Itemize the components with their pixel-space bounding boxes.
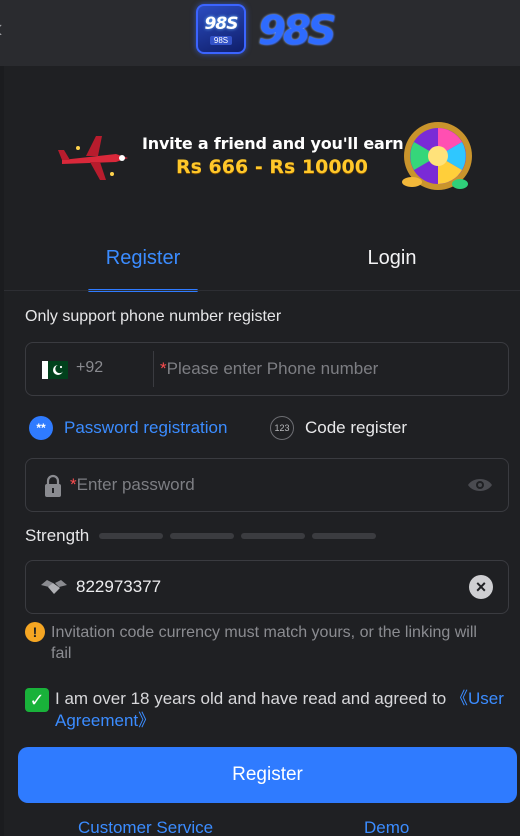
app-logo-text: 98S (258, 8, 337, 54)
country-code[interactable]: +92 (76, 359, 103, 377)
password-input[interactable]: *Enter password (70, 475, 195, 495)
age-agreement: ✓ I am over 18 years old and have read a… (25, 684, 509, 732)
top-bar: ‹ 98S 98S 98S (0, 0, 520, 66)
register-panel: Invite a friend and you'll earn Rs 666 -… (4, 66, 520, 836)
agree-checkbox[interactable]: ✓ (25, 688, 49, 712)
password-mode-radio-icon[interactable]: ** (29, 416, 53, 440)
invite-warning-text: Invitation code currency must match your… (51, 624, 477, 662)
banner-amount: Rs 666 - Rs 10000 (176, 156, 368, 178)
strength-label: Strength (25, 526, 90, 545)
agree-statement: I am over 18 years old and have read and… (55, 689, 451, 708)
demo-link[interactable]: Demo (364, 818, 409, 836)
required-mark: * (160, 359, 167, 378)
back-chevron-icon[interactable]: ‹ (0, 14, 14, 42)
agree-text: I am over 18 years old and have read and… (55, 688, 509, 732)
phone-input[interactable]: *Please enter Phone number (160, 359, 378, 379)
customer-service-link[interactable]: Customer Service (78, 818, 213, 836)
plane-icon (58, 136, 128, 180)
password-placeholder: Enter password (76, 475, 195, 494)
strength-bar (312, 533, 376, 539)
eye-icon[interactable] (466, 475, 494, 495)
pakistan-flag-icon[interactable] (42, 361, 68, 379)
invite-warning: ! Invitation code currency must match yo… (25, 620, 509, 664)
handshake-icon (41, 580, 67, 594)
phone-placeholder: Please enter Phone number (166, 359, 379, 378)
phone-field[interactable]: +92 *Please enter Phone number (25, 342, 509, 396)
clear-icon[interactable]: × (469, 575, 493, 599)
code-mode-radio-icon[interactable]: 123 (270, 416, 294, 440)
tab-login[interactable]: Login (334, 242, 450, 290)
strength-bar (241, 533, 305, 539)
tab-register[interactable]: Register (88, 242, 198, 292)
password-registration-option[interactable]: Password registration (64, 418, 227, 438)
register-button[interactable]: Register (18, 747, 517, 803)
app-logo-badge: 98S 98S (196, 4, 246, 54)
tab-divider (4, 290, 520, 291)
warning-icon: ! (25, 622, 45, 642)
prize-wheel-icon (402, 122, 472, 190)
required-mark: * (70, 475, 77, 494)
invite-banner[interactable]: Invite a friend and you'll earn Rs 666 -… (48, 100, 484, 210)
logo-badge-text: 98S (204, 13, 239, 34)
password-field[interactable]: *Enter password (25, 458, 509, 512)
phone-divider (153, 351, 154, 387)
logo-badge-subtext: 98S (209, 35, 233, 45)
password-strength: Strength (25, 522, 509, 548)
invite-code-field[interactable]: 822973377 × (25, 560, 509, 614)
phone-only-note: Only support phone number register (25, 308, 282, 325)
registration-mode-selector: ** Password registration 123 Code regist… (25, 412, 509, 444)
lock-icon (45, 474, 61, 497)
code-register-option[interactable]: Code register (305, 418, 407, 438)
banner-headline: Invite a friend and you'll earn (142, 134, 404, 153)
strength-bar (170, 533, 234, 539)
auth-tabs: Register Login (4, 242, 520, 292)
invite-code-input[interactable]: 822973377 (76, 577, 161, 597)
strength-bar (99, 533, 163, 539)
